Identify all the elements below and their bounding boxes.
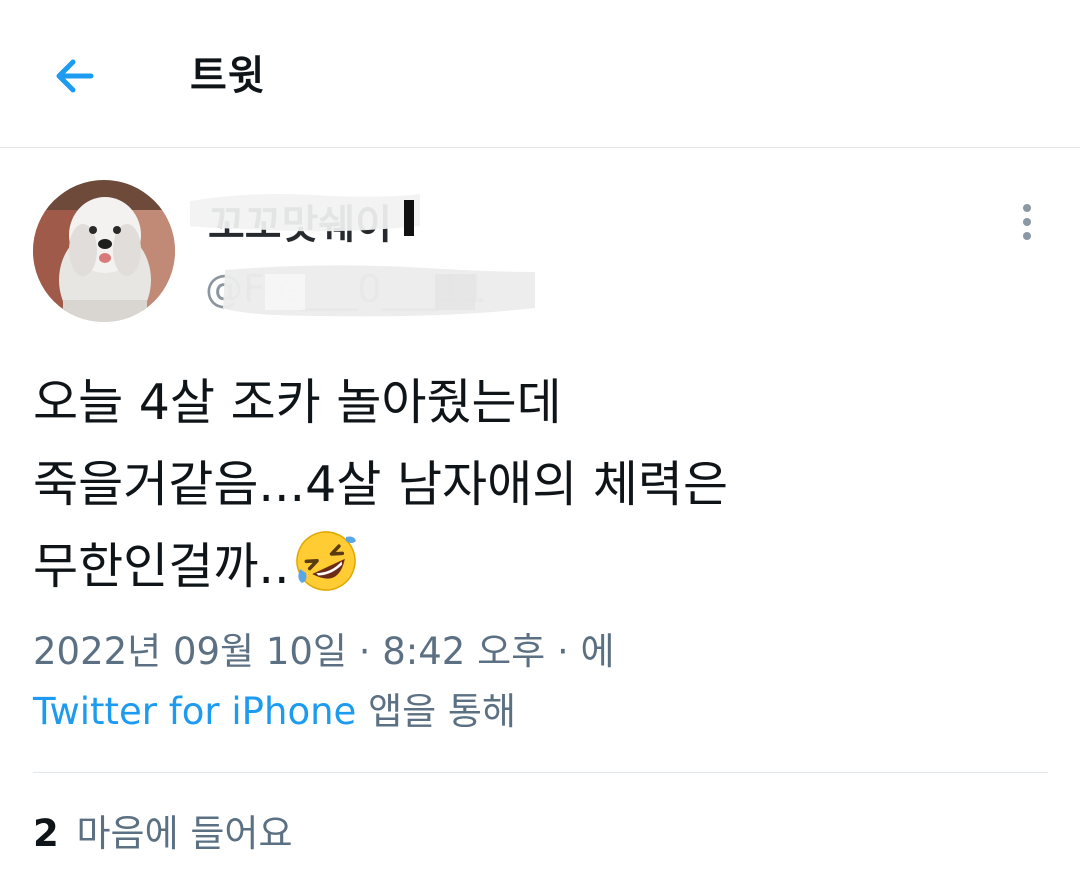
tweet-line: 죽을거같음...4살 남자애의 체력은 bbox=[33, 456, 729, 513]
tweet-line: 오늘 4살 조카 놀아줬는데 bbox=[33, 374, 562, 431]
rolling-on-the-floor-laughing-icon bbox=[295, 531, 356, 591]
dog-avatar-image bbox=[33, 180, 175, 322]
more-options-button[interactable] bbox=[1005, 200, 1049, 244]
redaction-blur bbox=[190, 194, 420, 236]
likes-link[interactable]: 2 마음에 들어요 bbox=[33, 806, 293, 862]
likes-label: 마음에 들어요 bbox=[76, 812, 293, 855]
top-bar: 트윗 bbox=[0, 0, 1080, 148]
arrow-left-icon bbox=[56, 59, 94, 93]
avatar[interactable] bbox=[33, 180, 175, 322]
source-suffix: 앱을 통해 bbox=[368, 690, 516, 733]
redaction-blur bbox=[223, 265, 535, 317]
tweet-timestamp[interactable]: 2022년 09월 10일 · 8:42 오후 · 에 bbox=[33, 624, 615, 680]
back-button[interactable] bbox=[44, 48, 104, 104]
author-display-name[interactable]: 꼬꼬맛쉐이 bbox=[190, 186, 420, 248]
divider bbox=[33, 772, 1048, 773]
tweet-line: 무한인걸까.. bbox=[33, 538, 290, 595]
tweet-source: Twitter for iPhone 앱을 통해 bbox=[33, 684, 516, 740]
source-app-link[interactable]: Twitter for iPhone bbox=[33, 690, 356, 733]
more-vertical-icon bbox=[1023, 204, 1031, 240]
page-title: 트윗 bbox=[190, 53, 266, 99]
likes-count: 2 bbox=[33, 812, 59, 855]
author-handle[interactable]: @Fre___0___11 bbox=[205, 258, 565, 320]
tweet-line-with-emoji: 무한인걸까.. bbox=[33, 526, 1043, 608]
tweet-text: 오늘 4살 조카 놀아줬는데 죽을거같음...4살 남자애의 체력은 무한인걸까… bbox=[33, 362, 1043, 608]
